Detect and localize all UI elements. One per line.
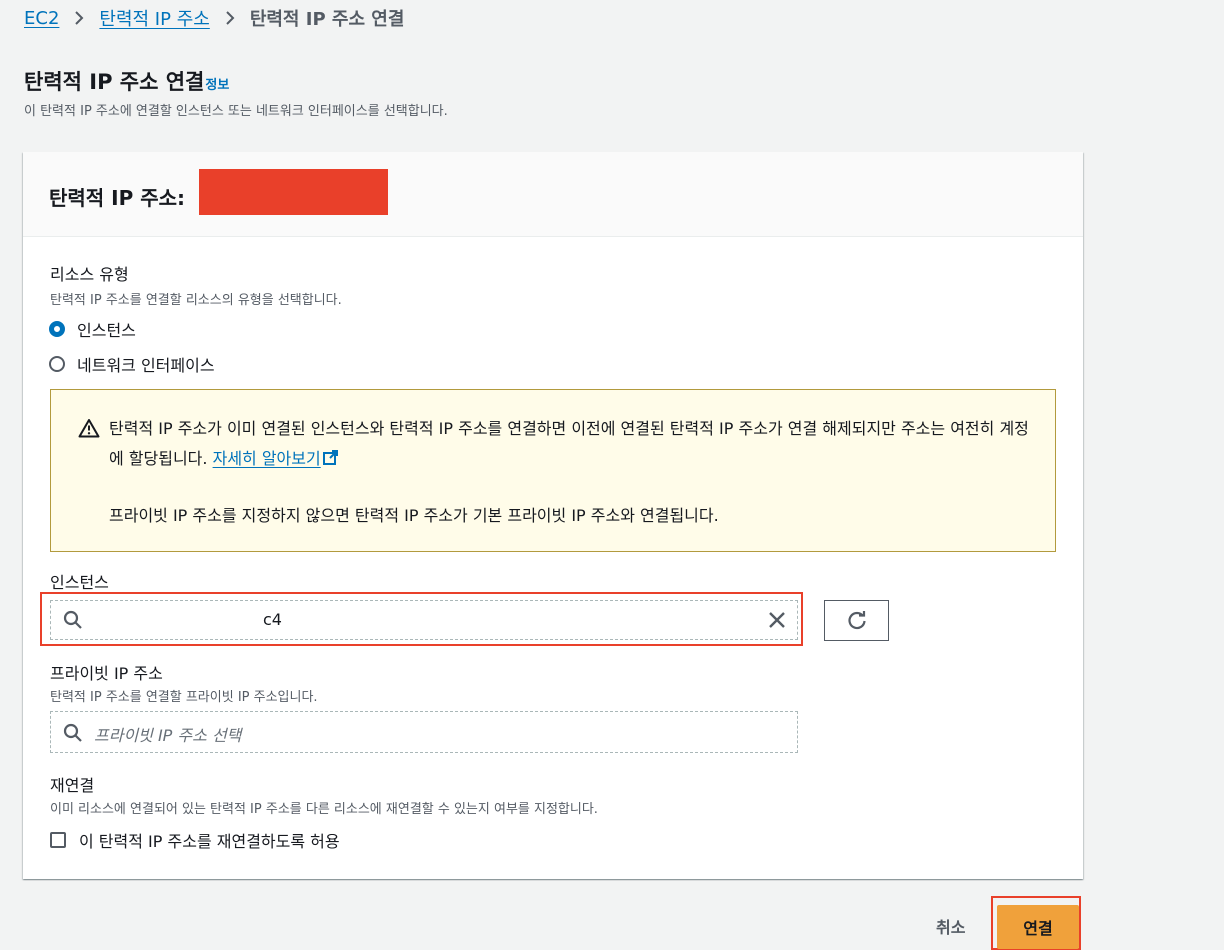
- cancel-button[interactable]: 취소: [936, 914, 965, 938]
- breadcrumb: EC2 탄력적 IP 주소 탄력적 IP 주소 연결: [24, 5, 405, 31]
- breadcrumb-current: 탄력적 IP 주소 연결: [249, 9, 405, 30]
- breadcrumb-elastic-ip-link[interactable]: 탄력적 IP 주소: [99, 5, 209, 31]
- info-link[interactable]: 정보: [205, 74, 229, 93]
- reassociation-description: 이미 리소스에 연결되어 있는 탄력적 IP 주소를 다른 리소스에 재연결할 …: [50, 802, 598, 817]
- instance-label: 인스턴스: [50, 573, 109, 592]
- radio-button-unchecked[interactable]: [49, 356, 65, 372]
- radio-network-interface[interactable]: 네트워크 인터페이스: [49, 352, 215, 376]
- instance-search-input[interactable]: c4: [50, 600, 798, 640]
- private-ip-select[interactable]: 프라이빗 IP 주소 선택: [50, 711, 798, 753]
- instance-search-value: c4: [263, 610, 282, 629]
- page-description: 이 탄력적 IP 주소에 연결할 인스턴스 또는 네트워크 인터페이스를 선택합…: [24, 104, 448, 119]
- refresh-button[interactable]: [824, 600, 889, 641]
- refresh-icon: [847, 610, 866, 629]
- alert-message-secondary: 프라이빗 IP 주소를 지정하지 않으면 탄력적 IP 주소가 기본 프라이빗 …: [109, 506, 719, 525]
- private-ip-description: 탄력적 IP 주소를 연결할 프라이빗 IP 주소입니다.: [50, 690, 318, 705]
- radio-network-interface-label: 네트워크 인터페이스: [77, 356, 215, 375]
- panel-title: 탄력적 IP 주소:: [49, 186, 186, 210]
- learn-more-link[interactable]: 자세히 알아보기: [213, 449, 340, 468]
- warning-alert: 탄력적 IP 주소가 이미 연결된 인스턴스와 탄력적 IP 주소를 연결하면 …: [50, 389, 1056, 552]
- panel-header: 탄력적 IP 주소:: [23, 152, 1083, 237]
- page-header: 탄력적 IP 주소 연결 정보: [24, 66, 229, 96]
- allow-reassociation-checkbox[interactable]: [50, 832, 66, 848]
- radio-instance-label: 인스턴스: [77, 321, 136, 340]
- private-ip-label: 프라이빗 IP 주소: [50, 664, 163, 683]
- redacted-ip-address: [199, 169, 388, 215]
- connect-button[interactable]: 연결: [997, 905, 1079, 949]
- radio-button-checked[interactable]: [49, 321, 65, 337]
- page-title: 탄력적 IP 주소 연결: [24, 70, 205, 94]
- resource-type-description: 탄력적 IP 주소를 연결할 리소스의 유형을 선택합니다.: [50, 293, 342, 308]
- search-icon: [63, 610, 83, 630]
- allow-reassociation-label: 이 탄력적 IP 주소를 재연결하도록 허용: [79, 832, 340, 851]
- external-link-icon: [322, 450, 338, 465]
- close-icon[interactable]: [767, 610, 787, 630]
- associate-panel: 탄력적 IP 주소: 리소스 유형 탄력적 IP 주소를 연결할 리소스의 유형…: [23, 152, 1083, 879]
- allow-reassociation-checkbox-row[interactable]: 이 탄력적 IP 주소를 재연결하도록 허용: [50, 828, 340, 852]
- resource-type-label: 리소스 유형: [50, 265, 129, 284]
- alert-message: 탄력적 IP 주소가 이미 연결된 인스턴스와 탄력적 IP 주소를 연결하면 …: [109, 414, 1029, 474]
- private-ip-placeholder: 프라이빗 IP 주소 선택: [94, 726, 242, 745]
- reassociation-label: 재연결: [50, 776, 95, 795]
- warning-icon: [78, 418, 100, 442]
- learn-more-label: 자세히 알아보기: [212, 449, 321, 468]
- breadcrumb-ec2-link[interactable]: EC2: [24, 8, 59, 29]
- radio-instance[interactable]: 인스턴스: [49, 317, 136, 341]
- chevron-right-icon: [224, 10, 236, 26]
- search-icon: [63, 723, 83, 747]
- chevron-right-icon: [73, 10, 85, 26]
